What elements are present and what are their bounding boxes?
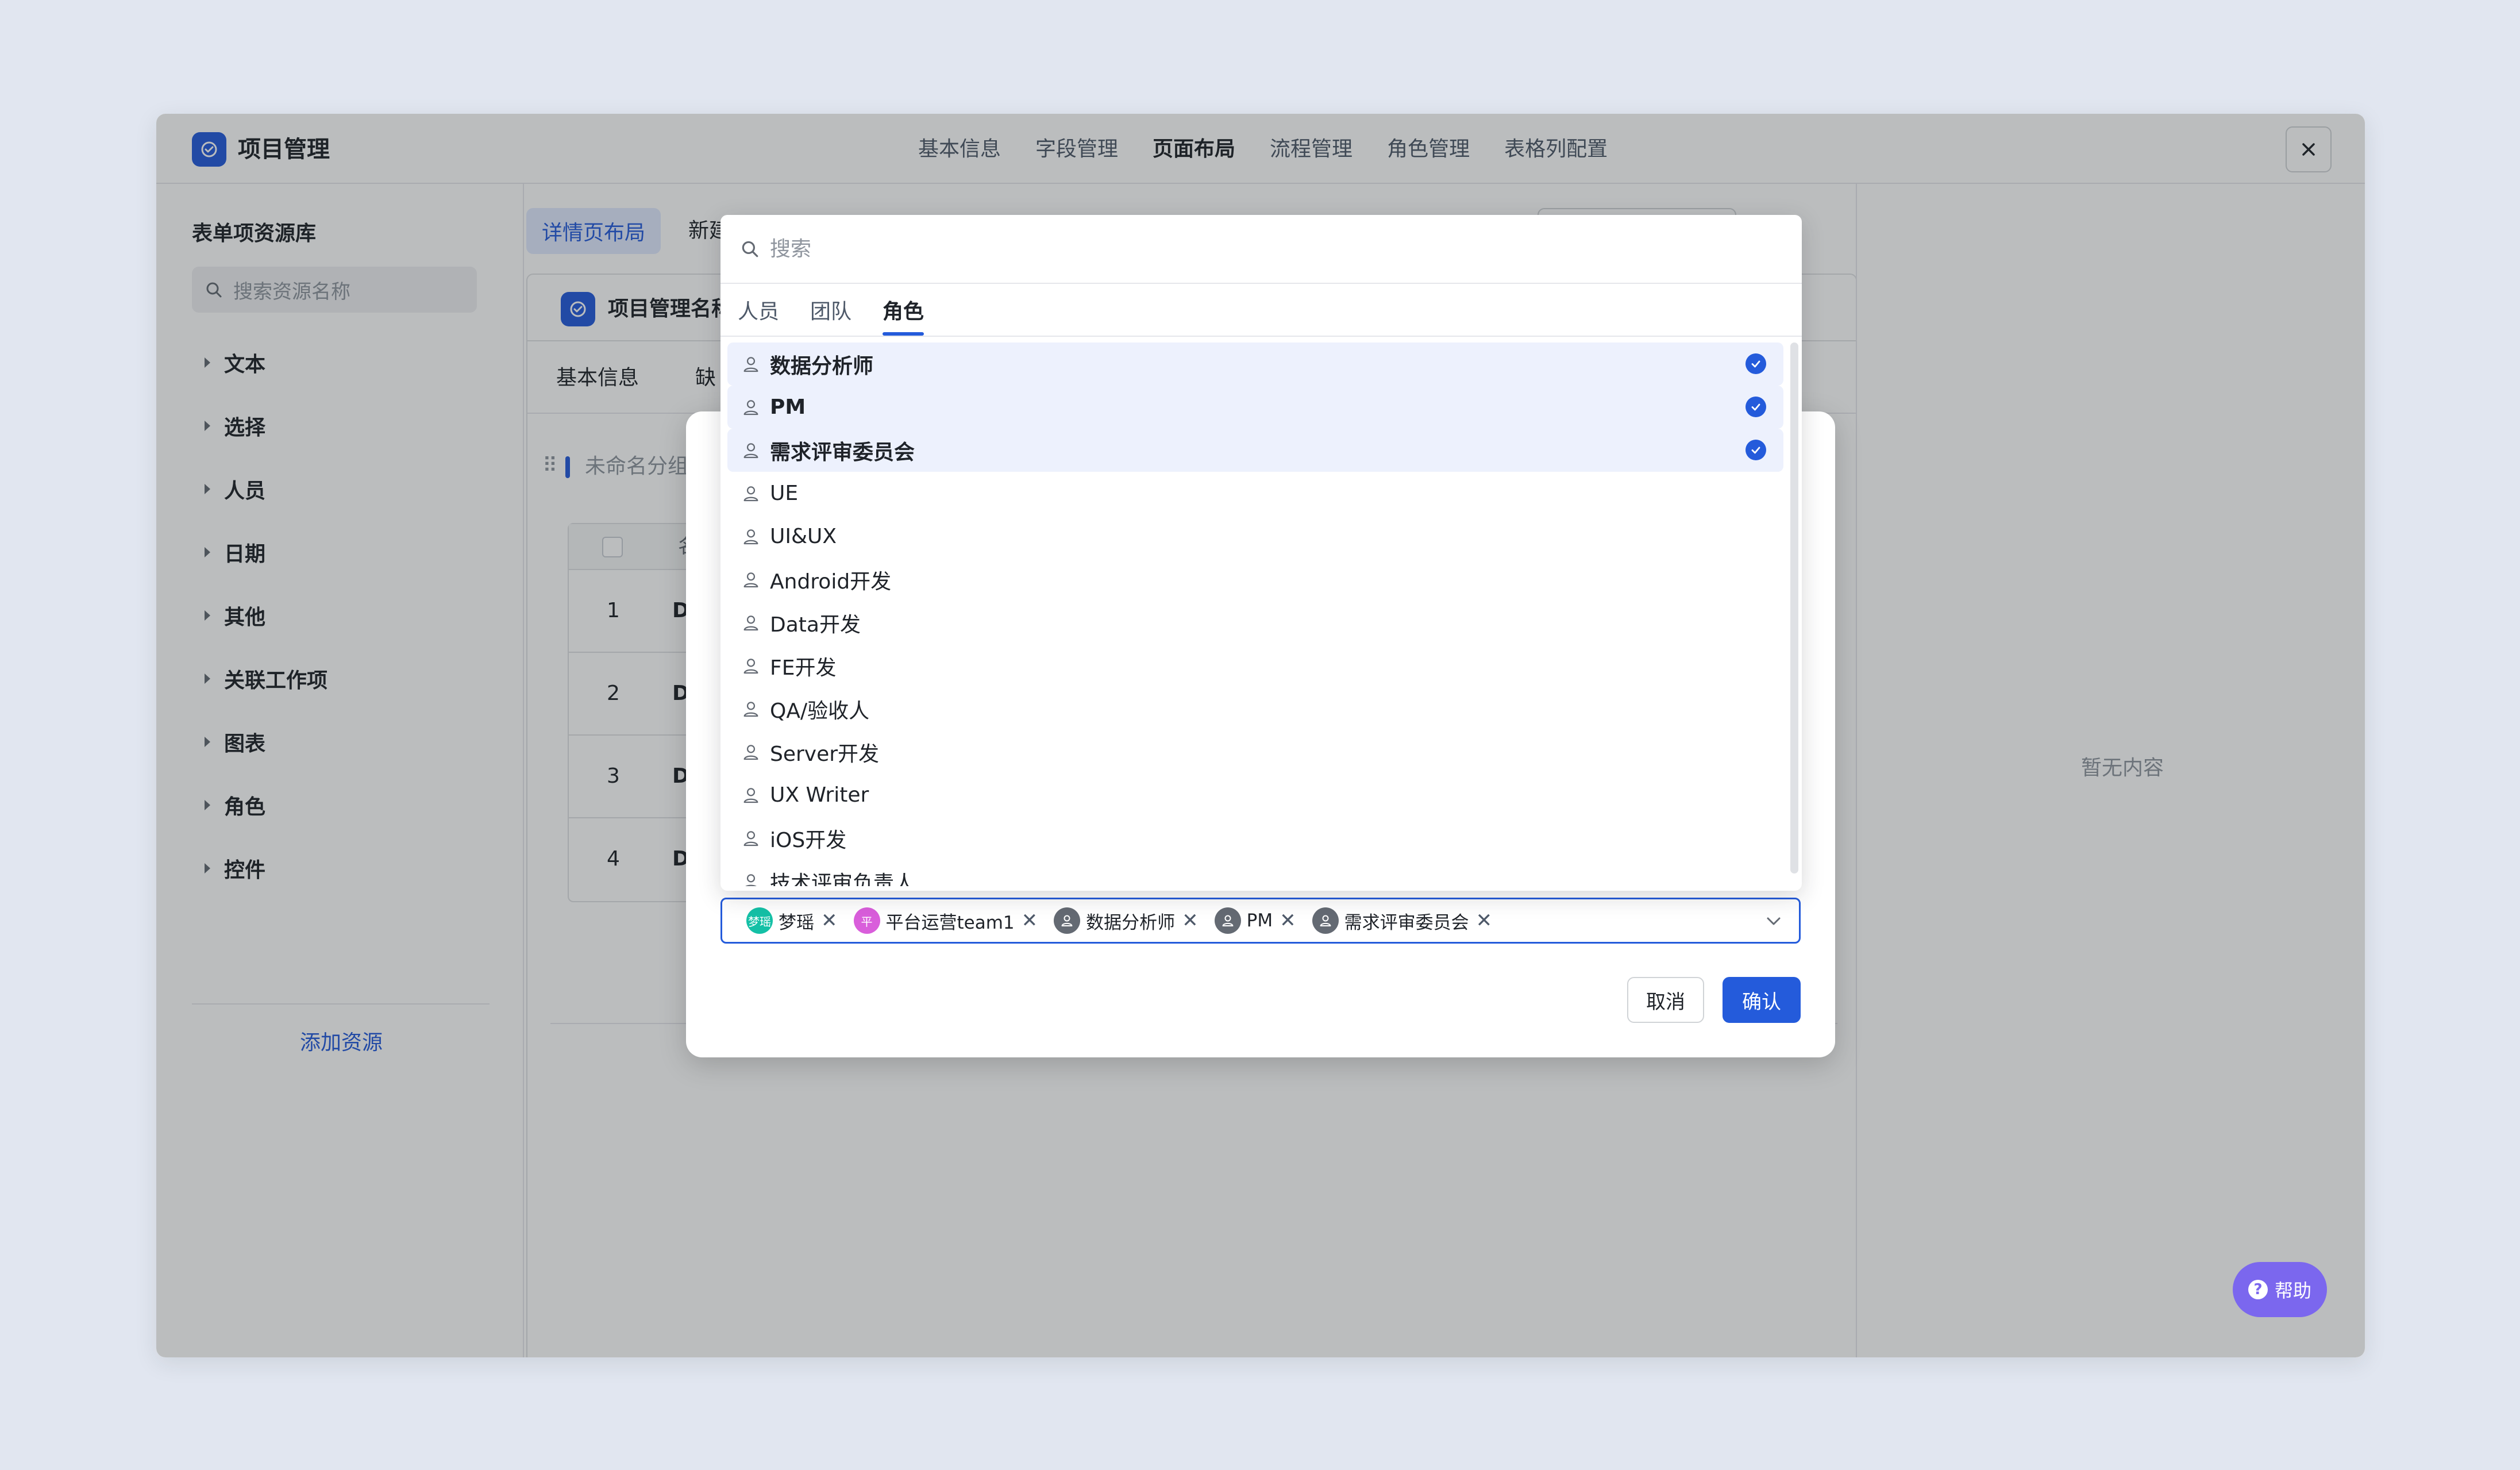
role-option-label: UX Writer: [770, 783, 869, 807]
user-icon: [741, 570, 761, 590]
tab-people[interactable]: 人员: [738, 293, 779, 336]
role-option-label: Server开发: [770, 742, 880, 766]
role-option[interactable]: Data开发: [727, 601, 1783, 644]
role-option[interactable]: Server开发: [727, 730, 1783, 774]
user-icon: [741, 786, 761, 805]
team-avatar: 平: [853, 907, 880, 934]
role-option[interactable]: Android开发: [727, 558, 1783, 601]
member-dropdown: 人员 团队 角色 数据分析师 PM 需求评审委员会 UE UI&UX Android开发 D…: [720, 215, 1802, 891]
role-option-label: UE: [770, 482, 799, 505]
remove-tag-icon[interactable]: ✕: [821, 909, 838, 932]
remove-tag-icon[interactable]: ✕: [1476, 909, 1493, 932]
user-icon: [741, 699, 761, 719]
role-option-label: PM: [770, 395, 806, 419]
tab-teams[interactable]: 团队: [810, 293, 851, 336]
selected-tag: 平 平台运营team1 ✕: [850, 905, 1043, 936]
chevron-down-icon[interactable]: [1763, 911, 1784, 932]
cancel-button[interactable]: 取消: [1627, 977, 1704, 1023]
tab-roles[interactable]: 角色: [883, 293, 924, 336]
selected-tag: 数据分析师 ✕: [1050, 905, 1203, 936]
role-option-label: Data开发: [770, 613, 861, 637]
remove-tag-icon[interactable]: ✕: [1280, 909, 1296, 932]
help-icon: ?: [2248, 1280, 2268, 1299]
role-option-label: 需求评审委员会: [770, 440, 915, 464]
role-avatar-icon: [1214, 907, 1241, 934]
role-option[interactable]: FE开发: [727, 644, 1783, 687]
user-icon: [741, 484, 761, 503]
dropdown-search-input[interactable]: [770, 237, 1689, 261]
role-avatar-icon: [1312, 907, 1339, 934]
role-option[interactable]: 需求评审委员会: [727, 429, 1783, 472]
tag-label: 梦瑶: [779, 912, 814, 933]
role-option[interactable]: PM: [727, 386, 1783, 429]
tag-label: 数据分析师: [1086, 912, 1176, 933]
user-icon: [741, 872, 761, 886]
user-icon: [741, 355, 761, 374]
check-circle-icon: [1745, 353, 1766, 374]
role-option[interactable]: 技术评审负责人: [727, 860, 1783, 886]
user-icon: [741, 829, 761, 848]
user-icon: [741, 398, 761, 417]
search-icon: [742, 241, 758, 257]
role-option-label: QA/验收人: [770, 699, 870, 723]
scrollbar[interactable]: [1790, 343, 1798, 873]
selected-tag: PM ✕: [1211, 905, 1301, 936]
divider: [720, 336, 1802, 337]
role-option[interactable]: UE: [727, 472, 1783, 515]
role-avatar-icon: [1054, 907, 1081, 934]
member-select-field[interactable]: 梦瑶 梦瑶 ✕ 平 平台运营team1 ✕ 数据分析师 ✕ PM ✕ 需求评审委…: [720, 898, 1801, 944]
tag-label: 平台运营team1: [885, 912, 1015, 933]
remove-tag-icon[interactable]: ✕: [1182, 909, 1199, 932]
role-option[interactable]: UX Writer: [727, 774, 1783, 817]
check-circle-icon: [1745, 397, 1766, 417]
role-option[interactable]: iOS开发: [727, 817, 1783, 860]
user-icon: [741, 613, 761, 633]
selected-tag: 梦瑶 梦瑶 ✕: [743, 905, 842, 936]
role-option-label: iOS开发: [770, 828, 847, 852]
selected-tag: 需求评审委员会 ✕: [1309, 905, 1497, 936]
user-icon: [741, 441, 761, 460]
role-option[interactable]: 数据分析师: [727, 343, 1783, 386]
role-option-label: 技术评审负责人: [770, 871, 915, 887]
user-icon: [741, 742, 761, 762]
role-option[interactable]: UI&UX: [727, 515, 1783, 558]
help-label: 帮助: [2274, 1280, 2311, 1302]
role-option-label: FE开发: [770, 656, 837, 680]
role-list: 数据分析师 PM 需求评审委员会 UE UI&UX Android开发 Data开发 FE开发…: [727, 343, 1783, 886]
role-option-label: UI&UX: [770, 525, 837, 548]
dropdown-search: [720, 215, 1802, 284]
confirm-button[interactable]: 确认: [1723, 977, 1801, 1023]
check-circle-icon: [1745, 440, 1766, 460]
help-button[interactable]: ? 帮助: [2233, 1262, 2327, 1317]
tag-label: PM: [1246, 910, 1273, 931]
role-option-label: Android开发: [770, 569, 892, 594]
avatar: 梦瑶: [746, 907, 773, 934]
user-icon: [741, 527, 761, 547]
role-option-label: 数据分析师: [770, 354, 874, 378]
dropdown-tabs: 人员 团队 角色: [738, 293, 955, 336]
user-icon: [741, 656, 761, 676]
remove-tag-icon[interactable]: ✕: [1022, 909, 1038, 932]
tag-label: 需求评审委员会: [1344, 912, 1469, 933]
role-option[interactable]: QA/验收人: [727, 687, 1783, 730]
